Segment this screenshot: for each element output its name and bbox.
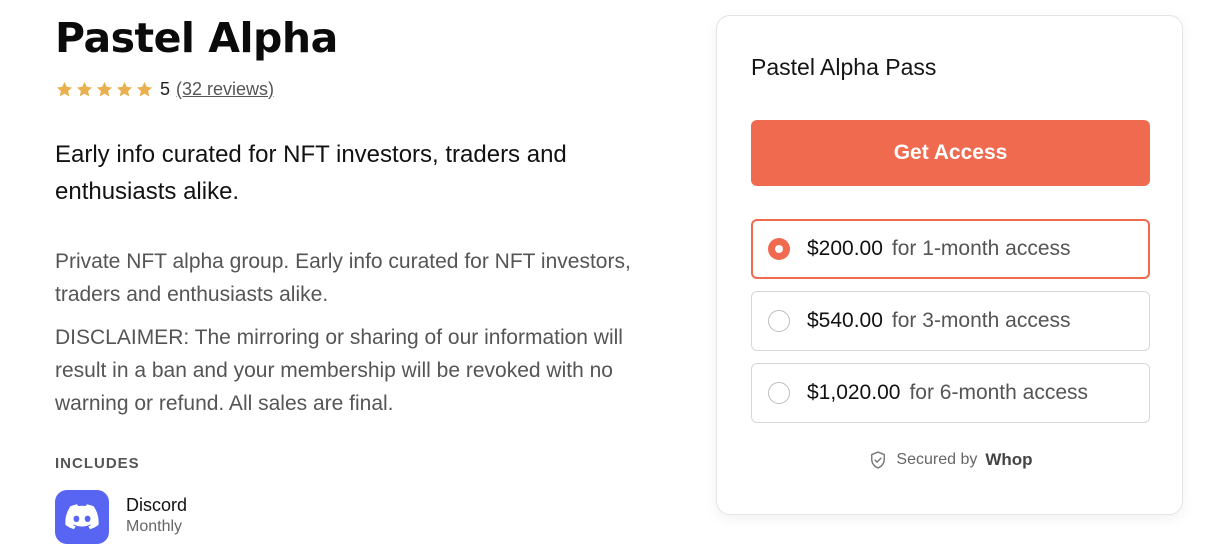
- plan-term: for 3-month access: [891, 309, 1071, 332]
- reviews-link[interactable]: (32 reviews): [176, 79, 274, 100]
- shield-check-icon: [871, 451, 886, 469]
- star-icon: [136, 81, 153, 96]
- plan-option-1-month[interactable]: $200.00 for 1-month access: [751, 219, 1150, 279]
- checkout-card: Pastel Alpha Pass Get Access $200.00 for…: [716, 15, 1183, 515]
- plan-price: $200.00: [807, 237, 883, 260]
- whop-logo[interactable]: Whop: [985, 450, 1032, 470]
- product-title: Pastel Alpha: [55, 14, 338, 62]
- star-icon: [116, 81, 133, 96]
- product-description: Private NFT alpha group. Early info cura…: [55, 250, 631, 306]
- plan-term: for 6-month access: [909, 381, 1089, 404]
- radio-unselected-icon[interactable]: [768, 310, 790, 332]
- plan-option-3-month[interactable]: $540.00 for 3-month access: [751, 291, 1150, 351]
- include-item-discord: Discord Monthly: [55, 490, 187, 544]
- plan-option-6-month[interactable]: $1,020.00 for 6-month access: [751, 363, 1150, 423]
- get-access-button[interactable]: Get Access: [751, 120, 1150, 186]
- star-icon: [96, 81, 113, 96]
- plan-term: for 1-month access: [891, 237, 1071, 260]
- include-period: Monthly: [126, 518, 183, 535]
- secured-by-row: Secured by Whop: [717, 450, 1184, 470]
- star-rating: [55, 80, 154, 99]
- star-icon: [56, 81, 73, 96]
- secured-by-text: Secured by: [896, 451, 978, 468]
- includes-heading: INCLUDES: [55, 455, 140, 472]
- star-icon: [76, 81, 93, 96]
- discord-logo-icon: [55, 490, 109, 544]
- pass-title: Pastel Alpha Pass: [751, 54, 937, 80]
- plan-price: $1,020.00: [807, 381, 901, 404]
- product-page: Pastel Alpha 5 (32 reviews) Early info c…: [0, 0, 1232, 548]
- include-text: Discord Monthly: [126, 490, 187, 538]
- plan-price: $540.00: [807, 309, 883, 332]
- radio-selected-icon[interactable]: [768, 238, 790, 260]
- product-disclaimer: DISCLAIMER: The mirroring or sharing of …: [55, 326, 623, 415]
- rating-row: 5 (32 reviews): [55, 78, 274, 100]
- radio-unselected-icon[interactable]: [768, 382, 790, 404]
- product-tagline: Early info curated for NFT investors, tr…: [55, 141, 567, 205]
- include-name: Discord: [126, 495, 188, 515]
- rating-value: 5: [160, 78, 171, 99]
